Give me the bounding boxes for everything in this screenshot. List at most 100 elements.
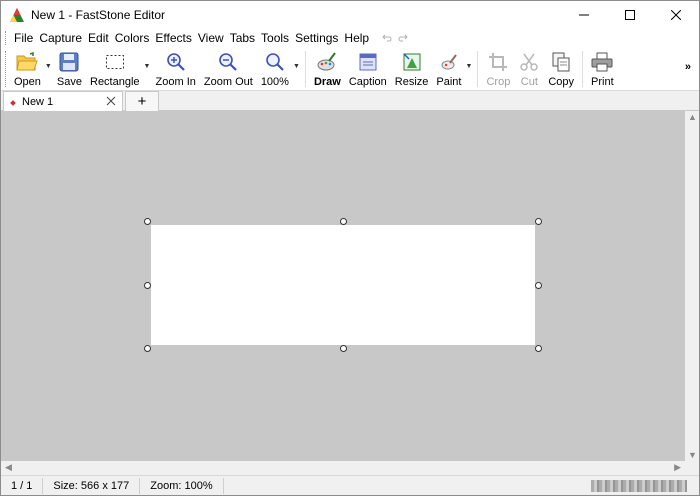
toolbar-separator xyxy=(304,51,306,87)
zoom-in-icon xyxy=(165,51,187,73)
draw-label: Draw xyxy=(313,76,341,88)
undo-icon[interactable] xyxy=(382,34,392,42)
faststone-logo-icon xyxy=(9,7,25,23)
image-size: Size: 566 x 177 xyxy=(43,477,141,494)
main-toolbar: Open ▼ Save Rectangle ▼ Zoom In Zoom Out… xyxy=(1,47,699,91)
resize-handle-bottom-right[interactable] xyxy=(535,345,542,352)
page-indicator: 1 / 1 xyxy=(1,477,44,494)
cut-button[interactable]: Cut xyxy=(514,47,544,89)
resize-handle-top-left[interactable] xyxy=(144,218,151,225)
scroll-left-icon[interactable]: ◀ xyxy=(5,462,12,473)
copy-icon xyxy=(550,51,572,73)
save-button[interactable]: Save xyxy=(53,47,86,89)
menu-settings[interactable]: Settings xyxy=(292,29,341,47)
zoom-indicator: Zoom: 100% xyxy=(140,477,224,494)
caption-icon xyxy=(357,51,379,73)
menu-capture[interactable]: Capture xyxy=(36,29,85,47)
caption-label: Caption xyxy=(348,76,387,88)
toolbar-separator xyxy=(582,51,584,87)
tab-label: New 1 xyxy=(22,95,54,108)
rectangle-selection-icon xyxy=(104,51,126,73)
zoom-out-label: Zoom Out xyxy=(203,76,253,88)
resize-handle-top-center[interactable] xyxy=(340,218,347,225)
cut-label: Cut xyxy=(520,76,538,88)
menu-grip[interactable] xyxy=(5,31,8,45)
minimize-button[interactable] xyxy=(561,1,607,29)
status-bar: 1 / 1 Size: 566 x 177 Zoom: 100% xyxy=(1,475,699,495)
modified-indicator-icon xyxy=(10,95,16,109)
print-label: Print xyxy=(591,76,614,88)
scroll-up-icon[interactable]: ▲ xyxy=(688,112,697,122)
resize-handle-middle-right[interactable] xyxy=(535,282,542,289)
plus-icon: + xyxy=(137,93,147,110)
draw-palette-icon xyxy=(316,51,338,73)
resize-icon xyxy=(401,51,423,73)
scroll-down-icon[interactable]: ▼ xyxy=(688,450,697,460)
registration-info-blurred xyxy=(591,480,687,492)
rectangle-dropdown-icon[interactable]: ▼ xyxy=(144,47,152,70)
toolbar-overflow-button[interactable]: » xyxy=(685,61,691,73)
resize-handle-top-right[interactable] xyxy=(535,218,542,225)
menu-edit[interactable]: Edit xyxy=(85,29,112,47)
save-label: Save xyxy=(56,76,82,88)
menu-help[interactable]: Help xyxy=(341,29,372,47)
zoom-level-button[interactable]: 100% xyxy=(257,47,293,89)
resize-handle-bottom-left[interactable] xyxy=(144,345,151,352)
window-title: New 1 - FastStone Editor xyxy=(31,8,166,22)
menu-effects[interactable]: Effects xyxy=(152,29,194,47)
menu-colors[interactable]: Colors xyxy=(112,29,153,47)
title-bar[interactable]: New 1 - FastStone Editor xyxy=(1,1,699,29)
paint-button[interactable]: Paint xyxy=(432,47,465,89)
image-content[interactable] xyxy=(151,225,535,345)
resize-handle-bottom-center[interactable] xyxy=(340,345,347,352)
app-window: New 1 - FastStone Editor File Capture Ed… xyxy=(0,0,700,496)
resize-label: Resize xyxy=(394,76,429,88)
caption-button[interactable]: Caption xyxy=(345,47,391,89)
rectangle-label: Rectangle xyxy=(90,76,140,88)
minimize-icon xyxy=(579,14,589,16)
crop-button[interactable]: Crop xyxy=(482,47,514,89)
printer-icon xyxy=(591,51,613,73)
crop-icon xyxy=(487,51,509,73)
maximize-button[interactable] xyxy=(607,1,653,29)
zoom-in-button[interactable]: Zoom In xyxy=(152,47,200,89)
print-button[interactable]: Print xyxy=(587,47,618,89)
draw-button[interactable]: Draw xyxy=(310,47,345,89)
menu-file[interactable]: File xyxy=(11,29,36,47)
magnifier-icon xyxy=(264,51,286,73)
menu-view[interactable]: View xyxy=(195,29,227,47)
toolbar-separator xyxy=(477,51,479,87)
toolbar-grip[interactable] xyxy=(5,51,8,87)
vertical-scrollbar[interactable]: ▲ ▼ xyxy=(685,111,699,461)
zoom-dropdown-icon[interactable]: ▼ xyxy=(293,47,301,70)
zoom-in-label: Zoom In xyxy=(155,76,196,88)
rectangle-select-button[interactable]: Rectangle xyxy=(86,47,144,89)
scissors-icon xyxy=(518,51,540,73)
copy-button[interactable]: Copy xyxy=(544,47,578,89)
zoom-out-button[interactable]: Zoom Out xyxy=(200,47,257,89)
close-button[interactable] xyxy=(653,1,699,29)
zoom-level-label: 100% xyxy=(260,76,289,88)
new-tab-button[interactable]: + xyxy=(125,91,159,111)
folder-open-icon xyxy=(16,51,39,73)
scroll-right-icon[interactable]: ▶ xyxy=(674,462,681,473)
menu-tools[interactable]: Tools xyxy=(258,29,292,47)
resize-handle-middle-left[interactable] xyxy=(144,282,151,289)
open-label: Open xyxy=(14,76,41,88)
paint-dropdown-icon[interactable]: ▼ xyxy=(465,47,473,70)
redo-icon[interactable] xyxy=(398,34,408,42)
tab-new-1[interactable]: New 1 xyxy=(3,91,123,111)
menu-tabs[interactable]: Tabs xyxy=(227,29,258,47)
paint-label: Paint xyxy=(436,76,462,88)
close-icon xyxy=(671,10,681,20)
close-tab-icon[interactable] xyxy=(106,95,116,109)
open-dropdown-icon[interactable]: ▼ xyxy=(45,47,53,70)
paint-brush-icon xyxy=(438,51,460,73)
resize-button[interactable]: Resize xyxy=(391,47,433,89)
horizontal-scrollbar[interactable]: ◀ ▶ xyxy=(1,461,685,475)
zoom-out-icon xyxy=(217,51,239,73)
open-button[interactable]: Open xyxy=(10,47,45,89)
copy-label: Copy xyxy=(548,76,575,88)
document-tab-strip: New 1 + xyxy=(1,91,699,111)
image-canvas[interactable] xyxy=(1,111,685,461)
